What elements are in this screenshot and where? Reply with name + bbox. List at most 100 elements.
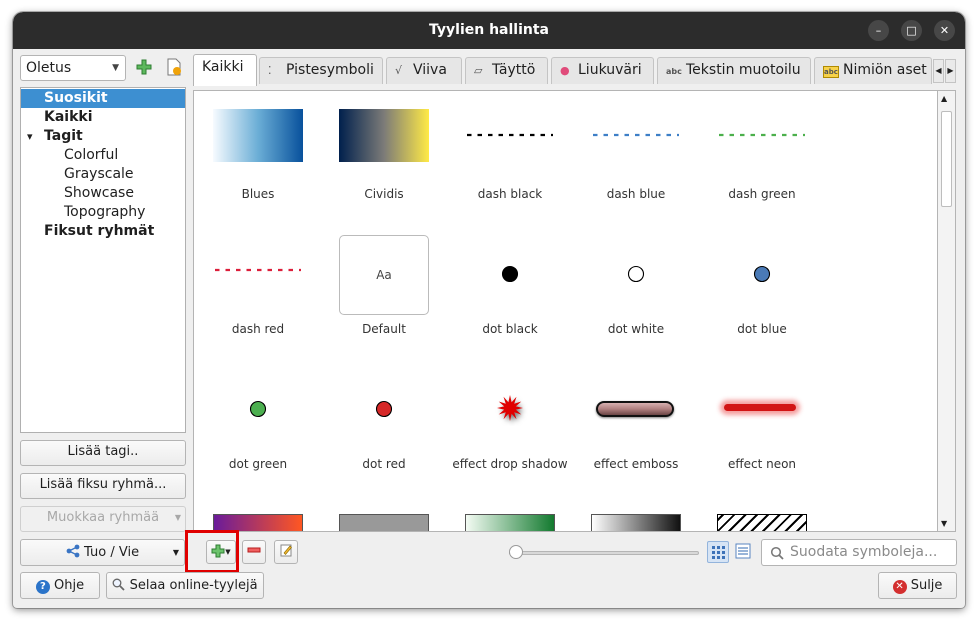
minimize-button[interactable]: – [868,20,889,41]
tab-all[interactable]: Kaikki [193,54,257,86]
tree-item-label: Showcase [64,185,134,201]
symbol-item[interactable]: effect emboss [576,371,696,491]
tab-scroll-right-button[interactable]: ▶ [945,59,956,83]
browse-online-label: Selaa online-tyylejä [129,578,258,593]
symbol-label: effect neon [727,457,797,471]
symbol-item[interactable]: dot red [324,371,444,491]
emboss-line-preview [596,401,674,417]
scrollbar-thumb[interactable] [941,111,952,207]
share-icon [66,544,80,558]
help-label: Ohje [54,578,85,593]
close-icon: ✕ [892,580,907,594]
edit-symbol-button[interactable] [274,540,298,564]
grid-view-icon [712,546,725,559]
add-tag-button[interactable]: Lisää tagi.. [20,440,186,466]
tab-text-format[interactable]: abc Tekstin muotoilu [657,57,811,84]
symbol-search-input[interactable]: Suodata symboleja... [761,539,957,566]
tab-scroll-left-button[interactable]: ◀ [933,59,944,83]
symbol-item[interactable]: Blues [198,101,318,221]
symbol-item[interactable]: dash blue [576,101,696,221]
edit-group-button: Muokkaa ryhmää ▼ [20,506,186,532]
symbol-item[interactable]: effect neon [702,371,822,491]
tree-item-label: Tagit [44,128,83,144]
tab-label: Täyttö [492,62,536,78]
add-symbol-button[interactable]: ▼ [206,540,236,564]
tree-item[interactable]: Colorful [21,146,185,165]
symbol-item[interactable] [198,506,318,531]
chevron-down-icon: ▼ [225,548,231,556]
maximize-button[interactable]: □ [901,20,922,41]
dot-marker-preview [375,400,393,418]
tab-label: Liukuväri [578,62,642,78]
scroll-down-icon[interactable]: ▼ [941,519,947,528]
tab-label-settings[interactable]: abc Nimiön aset [814,57,932,84]
tree-item[interactable]: Topography [21,203,185,222]
symbol-label: dot black [482,322,538,336]
symbol-label: Default [362,322,406,336]
tab-line[interactable]: √ Viiva [386,57,462,84]
symbol-item[interactable]: dash black [450,101,570,221]
tree-item[interactable]: Fiksut ryhmät [21,222,185,241]
symbol-label: effect emboss [593,457,679,471]
zoom-slider[interactable] [509,544,701,562]
symbol-label: Blues [241,187,275,201]
add-smart-group-button[interactable]: Lisää fiksu ryhmä... [20,473,186,499]
tree-item[interactable]: Showcase [21,184,185,203]
tree-item[interactable]: Kaikki [21,108,185,127]
symbol-item[interactable]: dot white [576,236,696,356]
close-label: Sulje [910,578,943,593]
slider-track [509,551,699,555]
symbol-item[interactable]: dot black [450,236,570,356]
tree-item[interactable]: Suosikit [21,89,185,108]
symbol-item[interactable] [324,506,444,531]
symbol-item[interactable]: dash red [198,236,318,356]
symbol-item[interactable] [450,506,570,531]
search-icon [113,578,126,591]
symbol-item[interactable]: dash green [702,101,822,221]
add-database-button[interactable] [134,57,154,77]
symbol-item[interactable]: Cividis [324,101,444,221]
tab-color-ramp[interactable]: ● Liukuväri [551,57,654,84]
tab-fill[interactable]: ▱ Täyttö [465,57,548,84]
tree-item[interactable]: Grayscale [21,165,185,184]
fill-preview [339,514,429,531]
import-export-button[interactable]: Tuo / Vie ▼ [20,539,185,566]
point-marker-icon: ⁚ [268,64,272,77]
symbol-label: dash green [728,187,796,201]
help-button[interactable]: ? Ohje [20,572,100,599]
tab-label: Viiva [413,62,447,78]
tree-item-label: Suosikit [44,90,108,106]
symbol-item[interactable] [576,506,696,531]
expand-arrow-icon[interactable]: ▾ [27,127,33,146]
symbol-label: effect drop shadow [452,457,568,471]
group-tree[interactable]: Suosikit Kaikki ▾ Tagit Colorful Grayscale Sho… [20,87,186,433]
symbol-item[interactable]: dot blue [702,236,822,356]
tree-item[interactable]: ▾ Tagit [21,127,185,146]
symbol-item[interactable]: effect drop shadow [450,371,570,491]
dot-marker-preview [753,265,771,283]
dot-marker-preview [627,265,645,283]
symbol-label: dot white [607,322,665,336]
symbol-item[interactable]: Aa Default [324,235,444,356]
symbol-label: Cividis [364,187,404,201]
remove-minus-icon [247,547,261,553]
list-view-button[interactable] [733,541,755,563]
fill-preview [465,514,555,531]
scroll-up-icon[interactable]: ▲ [941,94,947,103]
tab-marker[interactable]: ⁚ Pistesymboli [259,57,383,84]
browse-online-button[interactable]: Selaa online-tyylejä [106,572,264,599]
symbol-list-scrollbar[interactable]: ▲ ▼ [938,90,956,532]
new-database-button[interactable] [164,57,184,77]
fill-icon: ▱ [474,64,483,77]
symbol-item[interactable]: dot green [198,371,318,491]
style-database-select[interactable]: Oletus ▼ [20,55,126,81]
close-button[interactable]: ✕ Sulje [878,572,957,599]
icon-view-button[interactable] [707,541,729,563]
slider-handle[interactable] [509,545,523,559]
symbol-label: dash red [231,322,285,336]
symbol-list[interactable]: Blues Cividis dash black dash blue dash gree… [193,90,938,532]
remove-symbol-button[interactable] [242,540,266,564]
symbol-item[interactable] [702,506,822,531]
dash-line-preview [215,268,301,272]
close-window-button[interactable]: ✕ [934,20,955,41]
